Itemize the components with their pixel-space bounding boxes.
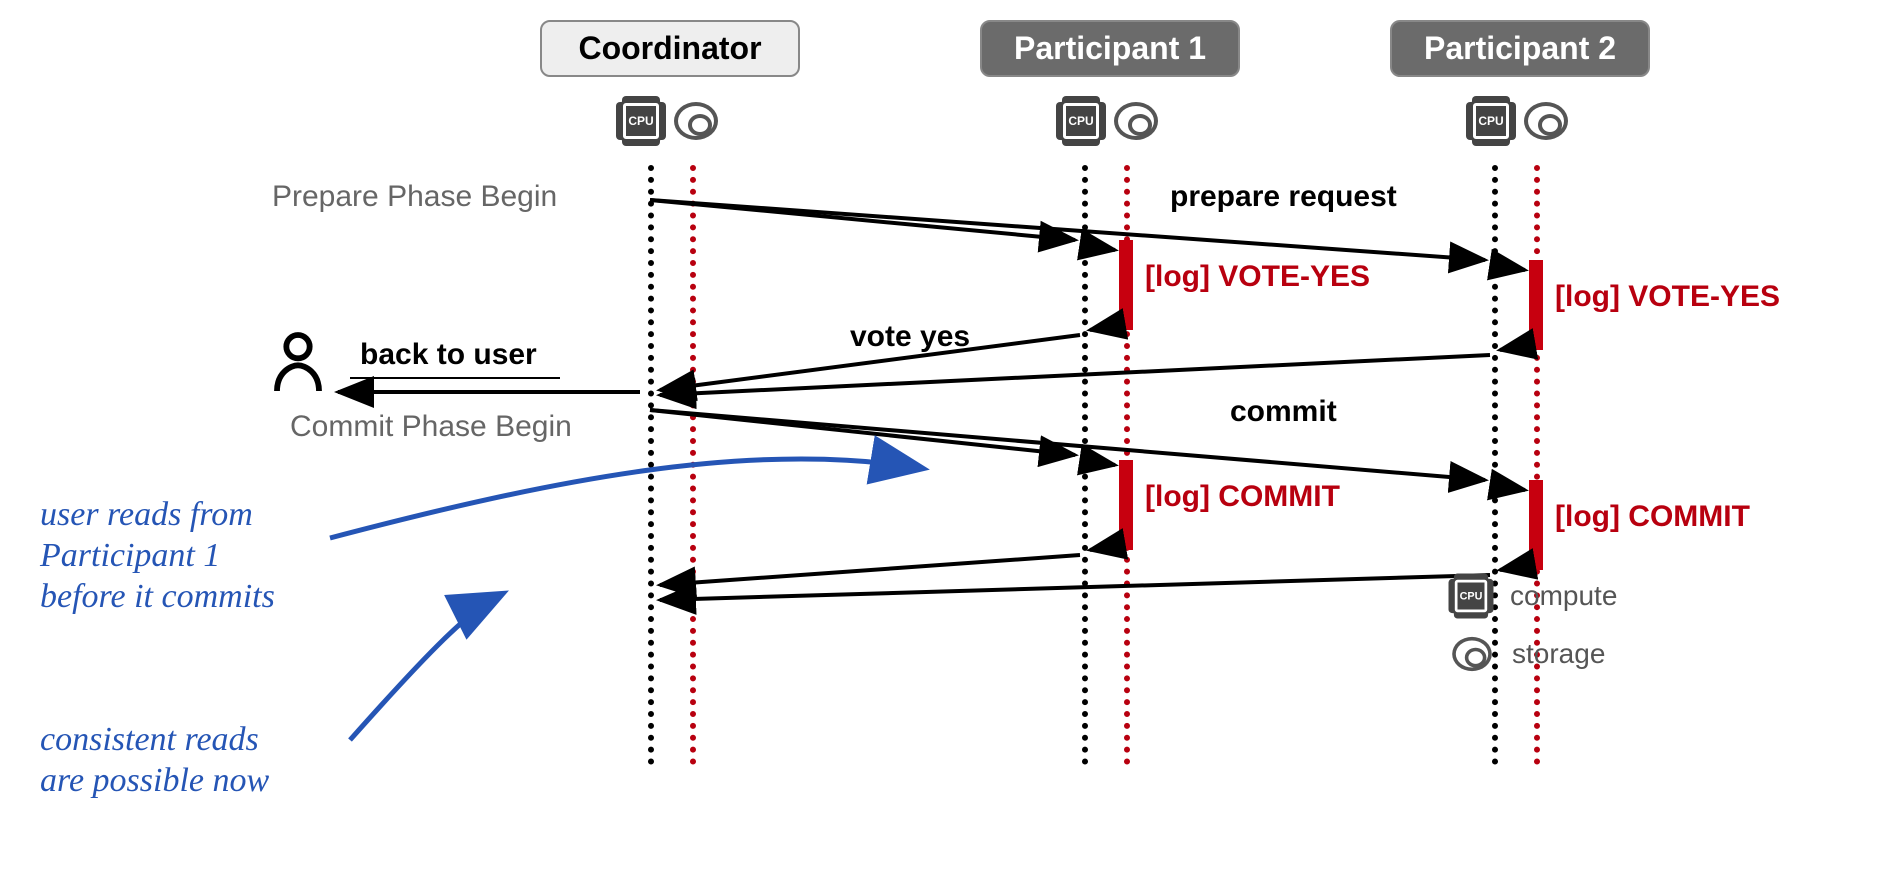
prepare-phase-label: Prepare Phase Begin	[272, 180, 557, 214]
cpu-icon: CPU	[1060, 100, 1102, 142]
storage-icon	[1452, 637, 1492, 671]
handwriting-note-2: consistent reads are possible now	[40, 720, 269, 802]
handwriting-note-1: user reads from Participant 1 before it …	[40, 495, 275, 617]
p1-commit-activation	[1119, 460, 1133, 550]
arrows-overlay	[0, 0, 1898, 878]
log-vote-yes-p1: [log] VOTE-YES	[1145, 260, 1370, 294]
vote-yes-label: vote yes	[850, 320, 970, 354]
p2-vote-activation	[1529, 260, 1543, 350]
back-to-user-label: back to user	[360, 338, 537, 372]
hw1-line3: before it commits	[40, 578, 275, 615]
prepare-request-label: prepare request	[1170, 180, 1397, 214]
participant2-icons: CPU	[1470, 100, 1568, 142]
log-commit-p2: [log] COMMIT	[1555, 500, 1750, 534]
participant2-compute-lifeline	[1492, 165, 1498, 765]
cpu-icon: CPU	[1452, 577, 1490, 615]
storage-icon	[1114, 102, 1158, 140]
participant1-icons: CPU	[1060, 100, 1158, 142]
log-commit-p1: [log] COMMIT	[1145, 480, 1340, 514]
p1-vote-activation	[1119, 240, 1133, 330]
hw2-line2: are possible now	[40, 762, 269, 799]
role-participant-2: Participant 2	[1390, 20, 1650, 77]
p2-commit-activation	[1529, 480, 1543, 570]
legend: CPU compute storage	[1450, 575, 1617, 673]
legend-compute-row: CPU compute	[1450, 575, 1617, 617]
storage-icon	[1524, 102, 1568, 140]
log-vote-yes-p2: [log] VOTE-YES	[1555, 280, 1780, 314]
legend-storage-row: storage	[1450, 635, 1617, 673]
commit-phase-label: Commit Phase Begin	[290, 410, 572, 444]
role-coordinator: Coordinator	[540, 20, 800, 77]
commit-label: commit	[1230, 395, 1337, 429]
cpu-icon: CPU	[620, 100, 662, 142]
cpu-icon: CPU	[1470, 100, 1512, 142]
hw1-line2: Participant 1	[40, 537, 220, 574]
participant1-compute-lifeline	[1082, 165, 1088, 765]
coordinator-icons: CPU	[620, 100, 718, 142]
hw2-line1: consistent reads	[40, 721, 259, 758]
role-participant-1: Participant 1	[980, 20, 1240, 77]
coordinator-storage-lifeline	[690, 165, 696, 765]
participant2-storage-lifeline	[1534, 165, 1540, 765]
user-icon	[270, 330, 326, 401]
legend-compute-label: compute	[1510, 580, 1617, 612]
coordinator-compute-lifeline	[648, 165, 654, 765]
hw1-line1: user reads from	[40, 496, 253, 533]
legend-storage-label: storage	[1512, 638, 1605, 670]
storage-icon	[674, 102, 718, 140]
